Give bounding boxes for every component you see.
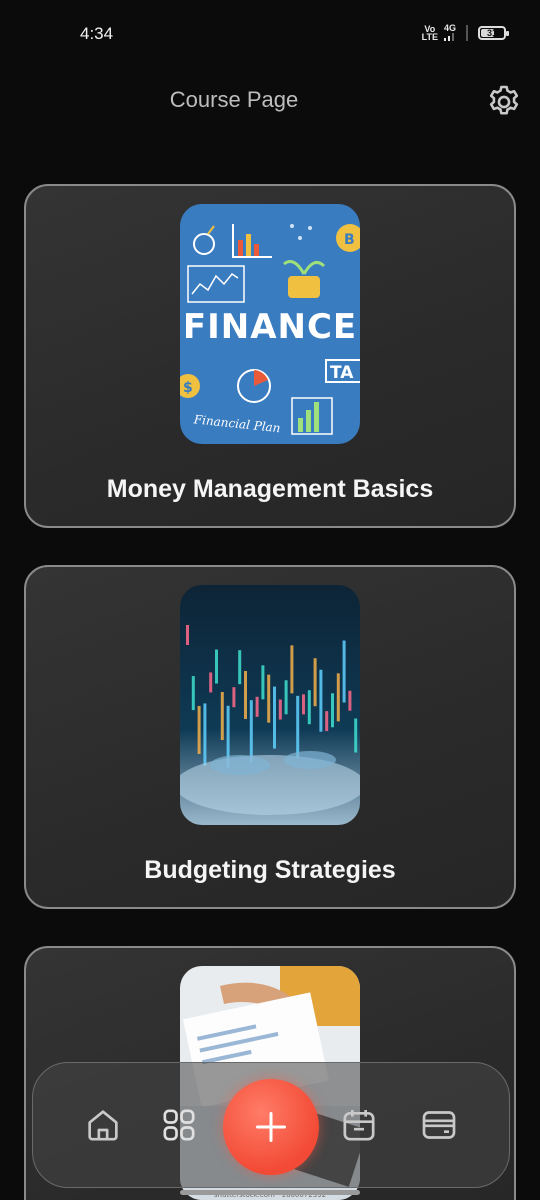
course-thumbnail-finance: B FINANCE $ TA Financial Plan bbox=[180, 204, 360, 444]
status-bar: 4:34 Vo LTE 4G 31 bbox=[0, 0, 540, 70]
battery-level: 31 bbox=[486, 27, 497, 38]
decorative-candle bbox=[348, 690, 352, 711]
tax-image-text: TA bbox=[330, 363, 354, 383]
battery-icon: 31 bbox=[478, 25, 509, 40]
nav-calendar[interactable] bbox=[337, 1103, 381, 1147]
home-indicator bbox=[180, 1190, 360, 1195]
wallet-icon bbox=[422, 1111, 456, 1139]
decorative-candle bbox=[215, 649, 218, 684]
decorative-candle bbox=[296, 695, 300, 758]
decorative-candle bbox=[313, 658, 317, 707]
nav-home[interactable] bbox=[81, 1103, 125, 1147]
decorative-candle bbox=[319, 669, 323, 732]
decorative-candle bbox=[325, 711, 329, 732]
decorative-candle bbox=[261, 665, 265, 700]
grid-icon bbox=[163, 1109, 195, 1141]
decorative-candle bbox=[186, 625, 189, 645]
decorative-candle bbox=[238, 650, 242, 685]
decorative-candle bbox=[255, 696, 259, 717]
course-title: Money Management Basics bbox=[106, 475, 434, 503]
svg-text:$: $ bbox=[183, 380, 193, 396]
settings-button[interactable] bbox=[484, 82, 524, 122]
volte-indicator: Vo LTE bbox=[421, 24, 438, 42]
signal-icon bbox=[443, 33, 454, 41]
home-icon bbox=[88, 1110, 118, 1141]
network-indicator: 4G bbox=[443, 23, 456, 41]
add-button[interactable] bbox=[223, 1079, 319, 1175]
bottom-navigation bbox=[32, 1062, 510, 1188]
decorative-candle bbox=[267, 674, 271, 723]
decorative-candle bbox=[249, 700, 253, 763]
calendar-icon bbox=[343, 1110, 375, 1141]
decorative-candle bbox=[331, 693, 334, 728]
volte-bottom: LTE bbox=[421, 31, 438, 42]
finance-image-text: FINANCE bbox=[183, 307, 357, 347]
nav-wallet[interactable] bbox=[417, 1103, 461, 1147]
gear-icon bbox=[489, 85, 519, 115]
decorative-candle bbox=[244, 670, 247, 719]
decorative-candle bbox=[232, 687, 236, 708]
decorative-candle bbox=[203, 703, 207, 766]
decorative-candle bbox=[354, 718, 358, 753]
decorative-candle bbox=[336, 673, 340, 722]
course-thumbnail-stock-chart bbox=[180, 585, 360, 825]
decorative-candle bbox=[191, 676, 195, 711]
decorative-candle bbox=[220, 692, 224, 741]
course-card-money-management[interactable]: B FINANCE $ TA Financial Plan Money Mana… bbox=[24, 184, 516, 528]
nav-courses[interactable] bbox=[157, 1103, 201, 1147]
course-title: Budgeting Strategies bbox=[144, 856, 396, 884]
course-card-budgeting-strategies[interactable]: Budgeting Strategies bbox=[24, 565, 516, 909]
decorative-candle bbox=[307, 690, 311, 725]
status-divider bbox=[466, 24, 468, 41]
decorative-candle bbox=[284, 680, 288, 715]
status-icons: Vo LTE 4G 31 bbox=[421, 23, 509, 42]
decorative-candle bbox=[209, 672, 213, 693]
status-time: 4:34 bbox=[80, 24, 114, 43]
decorative-candle bbox=[290, 645, 294, 694]
decorative-candle bbox=[342, 640, 346, 703]
plus-icon bbox=[256, 1112, 286, 1142]
decorative-candle bbox=[278, 699, 282, 720]
decorative-candle bbox=[302, 694, 305, 715]
decorative-candle bbox=[273, 686, 276, 749]
decorative-candle bbox=[197, 705, 201, 754]
page-title: Course Page bbox=[169, 87, 299, 112]
network-type: 4G bbox=[443, 23, 456, 33]
svg-text:B: B bbox=[344, 232, 355, 248]
